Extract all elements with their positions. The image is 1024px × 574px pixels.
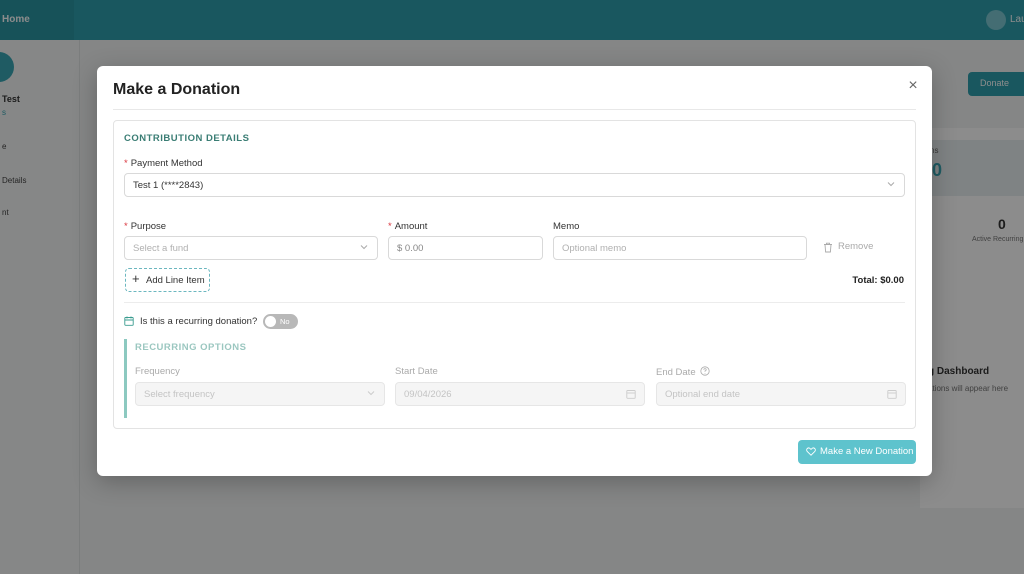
- purpose-placeholder: Select a fund: [133, 243, 189, 254]
- chevron-down-icon: [360, 245, 368, 250]
- payment-method-label-text: Payment Method: [130, 158, 203, 169]
- required-mark: *: [124, 221, 128, 232]
- memo-input[interactable]: Optional memo: [553, 236, 807, 260]
- payment-method-value: Test 1 (****2843): [133, 180, 204, 191]
- modal-divider: [113, 109, 916, 110]
- start-date-input[interactable]: 09/04/2026: [395, 382, 645, 406]
- remove-label: Remove: [838, 241, 874, 252]
- info-icon[interactable]: [700, 366, 710, 376]
- required-mark: *: [124, 158, 128, 169]
- section-divider: [124, 302, 905, 303]
- donation-modal: Make a Donation × CONTRIBUTION DETAILS *…: [97, 66, 932, 476]
- end-date-input[interactable]: Optional end date: [656, 382, 906, 406]
- memo-label: Memo: [553, 221, 580, 232]
- recurring-options: RECURRING OPTIONS Frequency Start Date E…: [124, 339, 906, 418]
- close-icon[interactable]: ×: [904, 77, 922, 95]
- frequency-select[interactable]: Select frequency: [135, 382, 385, 406]
- recurring-toggle[interactable]: No: [263, 314, 298, 329]
- start-date-placeholder: 09/04/2026: [404, 389, 452, 400]
- calendar-icon: [626, 390, 636, 399]
- end-date-label: End Date: [656, 366, 710, 378]
- contribution-details-section: CONTRIBUTION DETAILS * Payment Method Tes…: [113, 120, 916, 429]
- frequency-label: Frequency: [135, 366, 180, 377]
- end-date-label-text: End Date: [656, 367, 696, 378]
- purpose-label-text: Purpose: [130, 221, 167, 232]
- amount-label-text: Amount: [394, 221, 428, 232]
- chevron-down-icon: [887, 182, 895, 187]
- end-date-placeholder: Optional end date: [665, 389, 741, 400]
- purpose-select[interactable]: Select a fund: [124, 236, 378, 260]
- amount-input[interactable]: $ 0.00: [388, 236, 543, 260]
- calendar-icon: [887, 390, 897, 399]
- total-amount: Total: $0.00: [852, 275, 904, 286]
- heart-icon: [806, 447, 816, 456]
- calendar-icon: [124, 316, 134, 326]
- memo-placeholder: Optional memo: [562, 243, 627, 254]
- add-line-item-label: Add Line Item: [146, 275, 205, 286]
- purpose-label: * Purpose: [124, 221, 166, 232]
- submit-label: Make a New Donation: [820, 446, 914, 457]
- chevron-down-icon: [367, 391, 375, 396]
- trash-icon: [824, 242, 832, 253]
- frequency-placeholder: Select frequency: [144, 389, 215, 400]
- add-line-item-button[interactable]: + Add Line Item: [125, 268, 210, 292]
- toggle-label: No: [280, 317, 290, 326]
- payment-method-select[interactable]: Test 1 (****2843): [124, 173, 905, 197]
- make-new-donation-button[interactable]: Make a New Donation: [798, 440, 916, 464]
- amount-label: * Amount: [388, 221, 427, 232]
- recurring-question: Is this a recurring donation?: [140, 316, 258, 327]
- contribution-details-heading: CONTRIBUTION DETAILS: [124, 133, 250, 144]
- toggle-knob: [265, 316, 276, 327]
- amount-placeholder: $ 0.00: [397, 243, 424, 254]
- start-date-label: Start Date: [395, 366, 438, 377]
- recurring-options-heading: RECURRING OPTIONS: [135, 342, 247, 353]
- plus-icon: +: [132, 271, 140, 286]
- modal-title: Make a Donation: [113, 81, 241, 98]
- required-mark: *: [388, 221, 392, 232]
- payment-method-label: * Payment Method: [124, 158, 203, 169]
